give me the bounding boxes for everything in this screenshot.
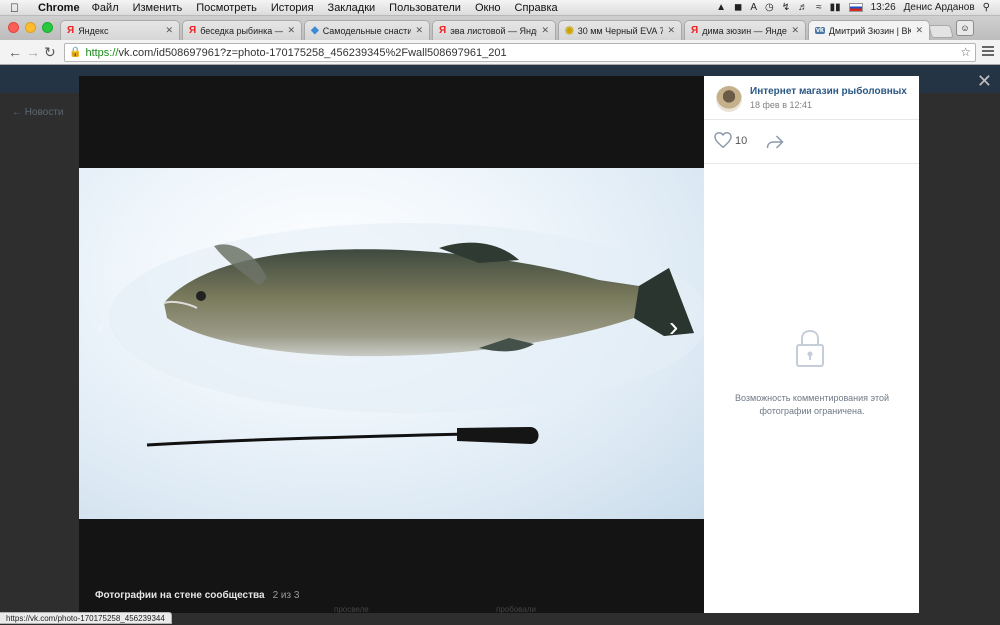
close-window-button[interactable]	[8, 22, 19, 33]
yandex-favicon-icon: Я	[439, 25, 447, 36]
tab-label: Дмитрий Зюзин | ВКонт	[828, 25, 912, 36]
group-name-link[interactable]: Интернет магазин рыболовных ...	[750, 86, 910, 97]
close-tab-icon[interactable]: ✕	[791, 25, 799, 36]
profile-icon[interactable]: ☺	[956, 20, 974, 36]
post-date[interactable]: 18 фев в 12:41	[750, 100, 812, 110]
photo-counter: 2 из 3	[272, 590, 300, 601]
apple-icon[interactable]: 	[10, 1, 28, 15]
secure-lock-icon: 🔒	[69, 47, 82, 58]
close-icon[interactable]: ✕	[977, 71, 992, 92]
next-arrow-icon[interactable]: ›	[669, 311, 678, 343]
tab-vk-active[interactable]: vk Дмитрий Зюзин | ВКонт ✕	[808, 20, 930, 40]
reload-icon[interactable]: ↻	[44, 44, 56, 61]
lock-icon	[796, 329, 824, 367]
time-machine-icon[interactable]: ◷	[765, 2, 774, 13]
yandex-favicon-icon: Я	[691, 25, 699, 36]
close-tab-icon[interactable]: ✕	[667, 25, 675, 36]
photo-actions: 10	[704, 120, 919, 164]
back-link-label: Новости	[24, 107, 64, 118]
shop-favicon-icon: ◉	[565, 25, 574, 36]
tab-label: Самодельные снасти и	[322, 25, 412, 36]
background-text-snippet: просвеле	[334, 605, 369, 614]
close-tab-icon[interactable]: ✕	[415, 25, 423, 36]
heart-icon[interactable]	[714, 132, 732, 148]
window-controls	[8, 22, 53, 33]
menu-people[interactable]: Пользователи	[389, 2, 461, 14]
skype-icon[interactable]: ◼	[734, 2, 742, 13]
photo-image[interactable]: ‹ ›	[79, 168, 704, 519]
address-bar[interactable]: 🔒 https:// vk.com/id508697961?z=photo-17…	[64, 43, 976, 62]
photo-info-panel: Интернет магазин рыболовных ... 18 фев в…	[704, 76, 919, 613]
tab-eva[interactable]: Я эва листовой — Яндекс ✕	[432, 20, 556, 40]
bluetooth-icon[interactable]: ↯	[782, 2, 790, 13]
volume-icon[interactable]: ♬	[798, 2, 808, 13]
url-scheme: https://	[85, 46, 119, 59]
fish-favicon-icon: ◆	[311, 25, 319, 36]
menu-file[interactable]: Файл	[92, 2, 119, 14]
forward-arrow-icon[interactable]: →	[26, 44, 40, 60]
prev-arrow-icon[interactable]: ‹	[97, 315, 104, 341]
yandex-favicon-icon: Я	[189, 25, 197, 36]
close-tab-icon[interactable]: ✕	[165, 25, 173, 36]
tab-label: беседка рыбинка — Яндекс	[200, 25, 284, 36]
user-name[interactable]: Денис Арданов	[904, 2, 975, 13]
tab-label: 30 мм Черный EVA 70	[577, 25, 664, 36]
back-to-news-link[interactable]: ← Новости	[12, 107, 64, 118]
menu-view[interactable]: Посмотреть	[196, 2, 257, 14]
menu-window[interactable]: Окно	[475, 2, 501, 14]
tab-snasti[interactable]: ◆ Самодельные снасти и ✕	[304, 20, 430, 40]
clock[interactable]: 13:26	[871, 2, 896, 13]
vk-favicon-icon: vk	[815, 27, 825, 34]
group-avatar[interactable]	[716, 86, 742, 112]
album-title[interactable]: Фотографии на стене сообщества	[95, 590, 265, 601]
tab-eva-black[interactable]: ◉ 30 мм Черный EVA 70 ✕	[558, 20, 682, 40]
app-menu[interactable]: Chrome	[38, 2, 80, 14]
macos-menu-bar:  Chrome Файл Изменить Посмотреть Истори…	[0, 0, 1000, 16]
menu-help[interactable]: Справка	[515, 2, 558, 14]
page-content: ← Новости ✕ ‹ › Фотографии на стене сооб…	[0, 65, 1000, 625]
menu-history[interactable]: История	[271, 2, 314, 14]
close-tab-icon[interactable]: ✕	[915, 25, 923, 36]
background-text-snippet: пробовали	[496, 605, 537, 614]
status-icons: ▲ ◼ A ◷ ↯ ♬ ≈ ▮▮ 13:26 Денис Арданов ⚲	[716, 2, 1000, 13]
comments-restricted-text: Возможность комментирования этой фотогра…	[735, 393, 889, 416]
tab-strip: Я Яндекс ✕ Я беседка рыбинка — Яндекс ✕ …	[0, 16, 1000, 40]
photo-caption: Фотографии на стене сообщества 2 из 3	[95, 590, 299, 601]
yandex-favicon-icon: Я	[67, 25, 75, 36]
tab-label: эва листовой — Яндекс	[450, 25, 537, 36]
tab-label: Яндекс	[78, 25, 109, 36]
minimize-window-button[interactable]	[25, 22, 36, 33]
wifi-icon[interactable]: ≈	[816, 2, 822, 13]
font-icon[interactable]: A	[750, 2, 757, 13]
close-tab-icon[interactable]: ✕	[287, 25, 295, 36]
battery-icon[interactable]: ▮▮	[830, 2, 841, 13]
back-arrow-icon[interactable]: ←	[8, 44, 22, 60]
tab-yandex[interactable]: Я Яндекс ✕	[60, 20, 180, 40]
likes-count[interactable]: 10	[735, 135, 747, 147]
share-icon[interactable]	[766, 134, 784, 150]
link-preview-status: https://vk.com/photo-170175258_456239344	[0, 612, 172, 624]
panel-header: Интернет магазин рыболовных ... 18 фев в…	[704, 76, 919, 120]
close-tab-icon[interactable]: ✕	[541, 25, 549, 36]
photo-viewer: ‹ › Фотографии на стене сообщества 2 из 3	[79, 76, 704, 613]
tab-dima[interactable]: Я дима зюзин — Яндекс ✕	[684, 20, 806, 40]
tab-besedka[interactable]: Я беседка рыбинка — Яндекс ✕	[182, 20, 302, 40]
star-icon[interactable]: ☆	[960, 45, 971, 59]
menu-edit[interactable]: Изменить	[133, 2, 183, 14]
url-text: vk.com/id508697961?z=photo-170175258_456…	[118, 46, 507, 59]
input-language-flag-icon[interactable]	[848, 3, 863, 12]
menu-bookmarks[interactable]: Закладки	[328, 2, 376, 14]
drive-icon[interactable]: ▲	[716, 2, 726, 13]
menu-icon[interactable]	[982, 46, 994, 58]
fish-photo-illustration	[109, 223, 704, 447]
browser-toolbar: ← → ↻ 🔒 https:// vk.com/id508697961?z=ph…	[0, 40, 1000, 65]
tab-label: дима зюзин — Яндекс	[702, 25, 788, 36]
search-icon[interactable]: ⚲	[983, 2, 990, 13]
zoom-window-button[interactable]	[42, 22, 53, 33]
new-tab-button[interactable]	[928, 25, 954, 38]
